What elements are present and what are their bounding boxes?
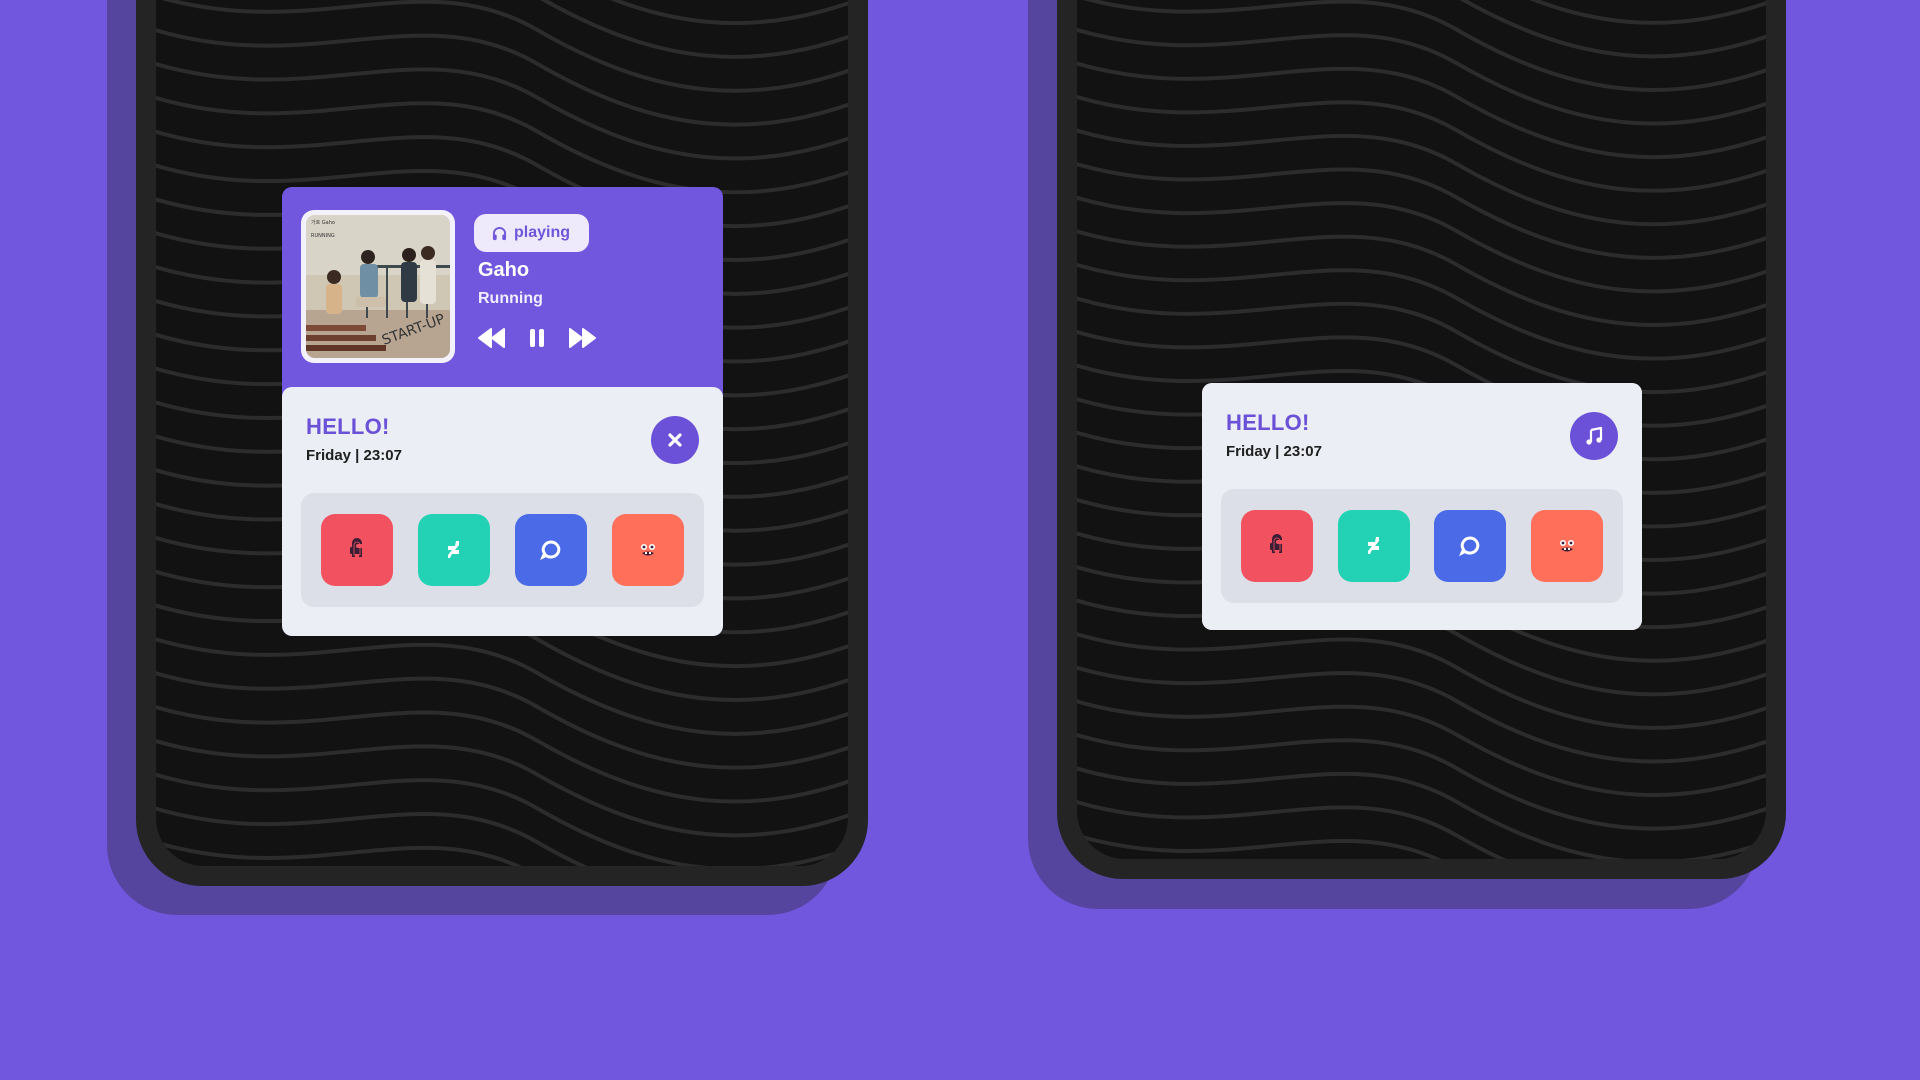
close-button[interactable] [651,416,699,464]
wallpaper-wave-line [156,637,848,736]
among-us-icon [350,538,363,557]
deviantart-app[interactable] [418,514,490,586]
greeting-title: HELLO! [306,414,390,439]
wallpaper-wave-line [1077,162,1766,260]
playback-controls [477,327,597,349]
app-tray [1221,489,1623,603]
wallpaper-wave-line [1077,296,1766,395]
close-icon [668,433,682,447]
wallpaper-wave-line [156,840,523,866]
wallpaper-wave-line [156,705,848,804]
music-note-icon [1586,426,1603,445]
wallpaper-wave-line [156,28,848,127]
fast-forward-icon[interactable] [567,327,597,349]
album-small-label: RUNNING [311,233,335,239]
chat-bubble-icon [540,540,561,561]
wallpaper-wave-line [1077,833,1442,859]
wallpaper-wave-line [156,738,848,838]
wallpaper-wave-line [1077,94,1766,193]
among-us-app[interactable] [321,514,393,586]
album-cover-image: 가호 Gaho RUNNING START-UP [306,215,450,358]
greeting-title: HELLO! [1226,410,1310,435]
artist-name: Gaho [478,259,530,281]
messenger-app[interactable] [1434,510,1507,582]
track-name: Running [478,290,543,307]
wallpaper-wave-line [156,772,848,866]
greeting-panel: HELLO! Friday | 23:07 [1202,383,1642,630]
greeting-datetime: Friday | 23:07 [1226,443,1322,460]
playing-status-label: playing [514,224,571,241]
music-player: 가호 Gaho RUNNING START-UP playing Gaho Ru… [282,187,723,387]
app-tray [301,493,704,607]
monster-face-icon [1559,540,1574,552]
wallpaper-wave-line [1077,766,1766,859]
wallpaper-wave-line [1077,732,1766,831]
chat-bubble-icon [1459,536,1480,557]
monster-face-icon [641,544,655,556]
monster-app[interactable] [1530,510,1603,582]
among-us-app[interactable] [1241,510,1313,582]
wallpaper-wave-line [1077,128,1766,227]
wallpaper-wave-line [156,61,848,161]
greeting-datetime: Friday | 23:07 [306,447,402,464]
wallpaper-wave-line [1077,632,1766,730]
greeting-widget: HELLO! Friday | 23:07 [1202,383,1642,630]
album-artist-label: 가호 Gaho [311,219,335,226]
deviantart-app[interactable] [1337,510,1410,582]
wallpaper-wave-line [1077,61,1766,160]
rewind-icon[interactable] [477,327,507,349]
deviantart-icon [1367,537,1379,554]
wallpaper-wave-line [1077,229,1766,327]
wallpaper-wave-line [1077,195,1766,294]
deviantart-icon [448,541,459,558]
album-art[interactable]: 가호 Gaho RUNNING START-UP [301,210,455,363]
monster-app[interactable] [612,514,684,586]
headphones-icon [492,226,507,240]
wallpaper-wave-line [156,671,848,770]
wallpaper-wave-line [1077,27,1766,126]
messenger-app[interactable] [515,514,587,586]
playing-status-pill[interactable]: playing [474,214,590,252]
music-toggle-button[interactable] [1570,412,1618,460]
wallpaper-wave-line [156,95,848,195]
greeting-panel: HELLO! Friday | 23:07 [282,387,723,636]
music-greeting-widget: 가호 Gaho RUNNING START-UP playing Gaho Ru… [282,187,723,636]
wallpaper-wave-line [1077,665,1766,764]
among-us-icon [1270,534,1283,553]
wallpaper-wave-line [1077,262,1766,361]
pause-icon[interactable] [527,327,547,349]
wallpaper-wave-line [1077,699,1766,797]
